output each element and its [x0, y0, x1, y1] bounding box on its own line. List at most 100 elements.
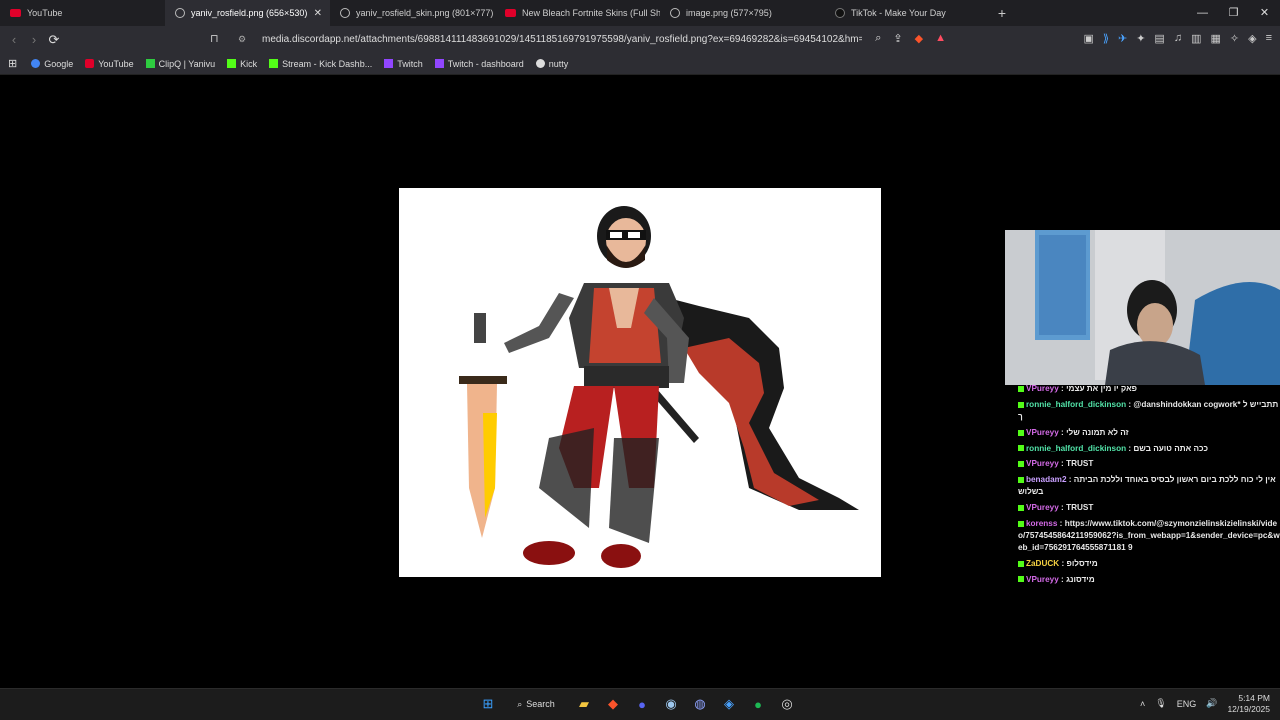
- chat-message: ronnie_halford_dickinson : @danshindokka…: [1018, 399, 1279, 421]
- chevron-up-icon[interactable]: ˄: [1140, 699, 1145, 709]
- wallet-icon[interactable]: ▤: [1154, 32, 1164, 45]
- chat-message: ZaDUCK : מידסלופ: [1018, 558, 1280, 570]
- steam-icon[interactable]: ◉: [661, 694, 681, 714]
- kick-badge-icon: [1018, 461, 1024, 468]
- vpn-icon[interactable]: ◈: [1248, 32, 1256, 45]
- brave-shields-icon[interactable]: ◆: [915, 32, 923, 45]
- kick-badge-icon: [1018, 520, 1024, 527]
- url-text[interactable]: media.discordapp.net/attachments/6988141…: [262, 34, 862, 45]
- system-clock[interactable]: 5:14 PM 12/19/2025: [1227, 693, 1270, 714]
- tab-image-png[interactable]: image.png (577×795): [660, 0, 825, 26]
- share-icon[interactable]: ⇪: [893, 32, 902, 45]
- chat-message: VPureyy : TRUST: [1018, 502, 1280, 514]
- bookmark-page-icon[interactable]: ⊓: [210, 32, 219, 45]
- pixel-art-image[interactable]: [399, 188, 881, 577]
- bookmark-twitch[interactable]: Twitch: [384, 59, 423, 69]
- chat-message: VPureyy : מידסונג: [1018, 574, 1280, 586]
- tab-title: TikTok - Make Your Day: [851, 8, 946, 18]
- globe-icon: [670, 8, 680, 18]
- bookmark-twitch-dashboard[interactable]: Twitch - dashboard: [434, 59, 524, 69]
- tab-youtube[interactable]: YouTube: [0, 0, 165, 26]
- language-indicator[interactable]: ENG: [1177, 699, 1197, 709]
- kick-badge-icon: [1018, 401, 1024, 408]
- taskbar-apps: ⊞ ⌕ Search ▰ ◆ ● ◉ ◍ ◈ ● ◎: [478, 694, 797, 714]
- taskbar-search-button[interactable]: ⌕ Search: [507, 699, 565, 710]
- apps-grid-icon[interactable]: ⊞: [8, 57, 17, 70]
- bookmark-kick-dashboard[interactable]: Stream - Kick Dashb...: [269, 59, 372, 69]
- bookmarks-bar: ⊞ Google YouTube ClipQ | Yanivu Kick Str…: [0, 53, 1280, 75]
- tab-yaniv-rosfield[interactable]: yaniv_rosfield.png (656×530) ✕: [165, 0, 330, 26]
- site-info-icon[interactable]: ⚙: [238, 34, 250, 45]
- leo-icon[interactable]: ✧: [1230, 32, 1239, 45]
- kick-icon: [269, 59, 279, 68]
- spotify-icon[interactable]: ●: [748, 694, 768, 714]
- wallet2-icon[interactable]: ▦: [1210, 32, 1220, 45]
- kick-icon: [227, 59, 237, 68]
- address-bar-tools: ⌕ ⇪ ◆ ▲: [875, 32, 946, 45]
- kick-badge-icon: [1018, 477, 1024, 484]
- tab-bleach-fortnite[interactable]: New Bleach Fortnite Skins (Full Show: [495, 0, 660, 26]
- new-tab-button[interactable]: +: [990, 5, 1014, 21]
- youtube-icon: [505, 9, 516, 17]
- speaker-icon[interactable]: 🔊: [1206, 698, 1217, 709]
- brave-browser-icon[interactable]: ◆: [603, 694, 623, 714]
- chat-message: VPureyy : פאק יו מין את עצמי: [1018, 383, 1280, 395]
- webcam-feed: [1005, 230, 1280, 385]
- app-icon[interactable]: ◈: [719, 694, 739, 714]
- address-bar[interactable]: ⚙ media.discordapp.net/attachments/69881…: [232, 29, 952, 50]
- character-illustration: [459, 206, 859, 568]
- chat-message: VPureyy : זה לא תמונה שלי: [1018, 427, 1280, 439]
- tab-yaniv-rosfield-skin[interactable]: yaniv_rosfield_skin.png (801×777): [330, 0, 495, 26]
- microphone-icon[interactable]: 🎙: [1155, 698, 1166, 709]
- bookmark-youtube[interactable]: YouTube: [85, 59, 134, 69]
- brave-rewards-icon[interactable]: ▲: [935, 32, 946, 45]
- sidebar-icon[interactable]: ▥: [1191, 32, 1201, 45]
- extension-icon[interactable]: ⟫: [1103, 32, 1109, 45]
- forward-icon[interactable]: ›: [24, 32, 44, 47]
- clock-date: 12/19/2025: [1227, 703, 1270, 714]
- file-explorer-icon[interactable]: ▰: [574, 694, 594, 714]
- close-tab-icon[interactable]: ✕: [314, 8, 322, 19]
- stream-chat-overlay: VPureyy : פאק יו מין את עצמי ronnie_half…: [1018, 383, 1280, 589]
- globe-icon: [175, 8, 185, 18]
- tab-strip: YouTube yaniv_rosfield.png (656×530) ✕ ya…: [0, 0, 1280, 26]
- windows-taskbar: ⊞ ⌕ Search ▰ ◆ ● ◉ ◍ ◈ ● ◎ ˄ 🎙 ENG 🔊 5:14…: [0, 688, 1280, 720]
- chat-message: korenss : https://www.tiktok.com/@szymon…: [1018, 519, 1280, 552]
- page-viewport: VPureyy : פאק יו מין את עצמי ronnie_half…: [0, 76, 1280, 688]
- kick-badge-icon: [1018, 429, 1024, 436]
- maximize-button[interactable]: ❐: [1218, 0, 1249, 26]
- kick-badge-icon: [1018, 560, 1024, 567]
- tab-title: yaniv_rosfield.png (656×530): [191, 8, 308, 18]
- extensions-area: ▣ ⟫ ✈ ✦ ▤ ♫ ▥ ▦ ✧ ◈ ≡: [1083, 32, 1272, 45]
- bookmark-nutty[interactable]: nutty: [535, 59, 568, 69]
- bookmark-clipq[interactable]: ClipQ | Yanivu: [145, 59, 215, 69]
- webcam-overlay: [1005, 230, 1280, 385]
- youtube-icon: [10, 9, 21, 17]
- close-window-button[interactable]: ✕: [1249, 0, 1280, 26]
- search-icon: ⌕: [517, 698, 523, 709]
- app-icon[interactable]: ◍: [690, 694, 710, 714]
- system-tray: ˄ 🎙 ENG 🔊 5:14 PM 12/19/2025: [1140, 693, 1270, 714]
- windows-start-icon[interactable]: ⊞: [478, 694, 498, 714]
- zoom-icon[interactable]: ⌕: [875, 32, 881, 45]
- globe-icon: [340, 8, 350, 18]
- bookmark-kick[interactable]: Kick: [227, 59, 257, 69]
- puzzle-icon[interactable]: ✦: [1136, 32, 1145, 45]
- obs-icon[interactable]: ◎: [777, 694, 797, 714]
- tab-tiktok[interactable]: TikTok - Make Your Day: [825, 0, 990, 26]
- kick-badge-icon: [1018, 385, 1024, 392]
- discord-icon[interactable]: ●: [632, 694, 652, 714]
- back-icon[interactable]: ‹: [4, 32, 24, 47]
- extension-icon[interactable]: ✈: [1118, 32, 1127, 45]
- nutty-icon: [535, 59, 545, 68]
- minimize-button[interactable]: —: [1187, 0, 1218, 26]
- youtube-icon: [85, 59, 95, 68]
- menu-icon[interactable]: ≡: [1266, 32, 1272, 45]
- bookmark-google[interactable]: Google: [31, 59, 73, 69]
- reload-icon[interactable]: ⟳: [44, 32, 64, 48]
- chat-message: benadam2 : אין לי כוח ללכת ביום ראשון לב…: [1018, 475, 1276, 497]
- kick-badge-icon: [1018, 504, 1024, 511]
- browser-toolbar: ‹ › ⟳ ⊓ ⚙ media.discordapp.net/attachmen…: [0, 26, 1280, 53]
- media-icon[interactable]: ♫: [1174, 32, 1182, 45]
- screenshot-icon[interactable]: ▣: [1083, 32, 1093, 45]
